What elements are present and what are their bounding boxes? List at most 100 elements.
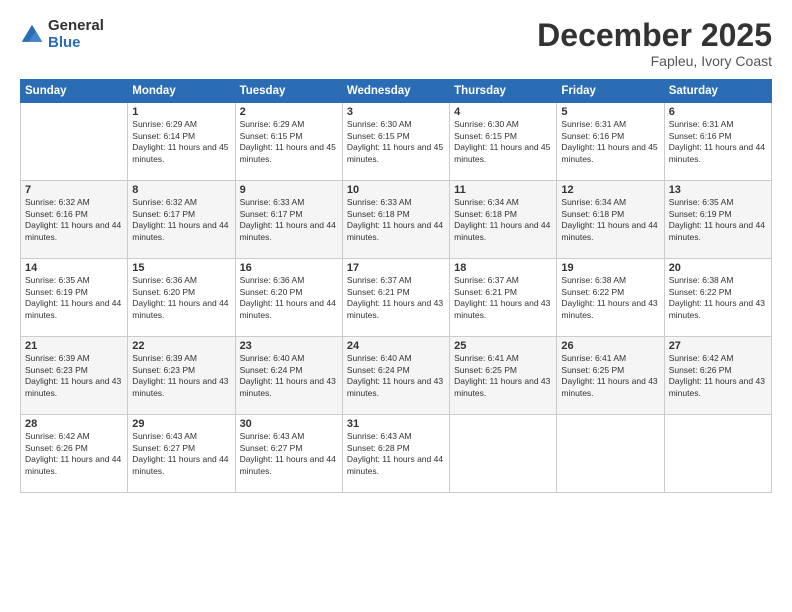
day-number: 22 — [132, 340, 230, 352]
day-number: 15 — [132, 262, 230, 274]
page: General Blue December 2025 Fapleu, Ivory… — [0, 0, 792, 612]
day-number: 23 — [240, 340, 338, 352]
col-wednesday: Wednesday — [342, 80, 449, 103]
day-number: 26 — [561, 340, 659, 352]
table-row: 17Sunrise: 6:37 AMSunset: 6:21 PMDayligh… — [342, 259, 449, 337]
title-block: December 2025 Fapleu, Ivory Coast — [537, 18, 772, 69]
table-row: 15Sunrise: 6:36 AMSunset: 6:20 PMDayligh… — [128, 259, 235, 337]
day-info: Sunrise: 6:32 AMSunset: 6:17 PMDaylight:… — [132, 197, 230, 243]
table-row: 12Sunrise: 6:34 AMSunset: 6:18 PMDayligh… — [557, 181, 664, 259]
table-row: 3Sunrise: 6:30 AMSunset: 6:15 PMDaylight… — [342, 103, 449, 181]
col-friday: Friday — [557, 80, 664, 103]
day-info: Sunrise: 6:30 AMSunset: 6:15 PMDaylight:… — [454, 119, 552, 165]
day-number: 4 — [454, 106, 552, 118]
calendar-week-row: 14Sunrise: 6:35 AMSunset: 6:19 PMDayligh… — [21, 259, 772, 337]
day-number: 12 — [561, 184, 659, 196]
logo-general-label: General — [48, 18, 104, 35]
header: General Blue December 2025 Fapleu, Ivory… — [20, 18, 772, 69]
day-info: Sunrise: 6:43 AMSunset: 6:27 PMDaylight:… — [240, 431, 338, 477]
day-info: Sunrise: 6:36 AMSunset: 6:20 PMDaylight:… — [240, 275, 338, 321]
day-number: 5 — [561, 106, 659, 118]
day-info: Sunrise: 6:31 AMSunset: 6:16 PMDaylight:… — [561, 119, 659, 165]
day-info: Sunrise: 6:29 AMSunset: 6:15 PMDaylight:… — [240, 119, 338, 165]
day-info: Sunrise: 6:31 AMSunset: 6:16 PMDaylight:… — [669, 119, 767, 165]
day-info: Sunrise: 6:37 AMSunset: 6:21 PMDaylight:… — [454, 275, 552, 321]
day-number: 17 — [347, 262, 445, 274]
table-row: 19Sunrise: 6:38 AMSunset: 6:22 PMDayligh… — [557, 259, 664, 337]
table-row — [21, 103, 128, 181]
table-row: 4Sunrise: 6:30 AMSunset: 6:15 PMDaylight… — [450, 103, 557, 181]
day-number: 1 — [132, 106, 230, 118]
table-row: 10Sunrise: 6:33 AMSunset: 6:18 PMDayligh… — [342, 181, 449, 259]
table-row: 11Sunrise: 6:34 AMSunset: 6:18 PMDayligh… — [450, 181, 557, 259]
table-row: 5Sunrise: 6:31 AMSunset: 6:16 PMDaylight… — [557, 103, 664, 181]
location-subtitle: Fapleu, Ivory Coast — [537, 53, 772, 69]
col-sunday: Sunday — [21, 80, 128, 103]
day-number: 10 — [347, 184, 445, 196]
day-info: Sunrise: 6:38 AMSunset: 6:22 PMDaylight:… — [561, 275, 659, 321]
day-info: Sunrise: 6:36 AMSunset: 6:20 PMDaylight:… — [132, 275, 230, 321]
table-row: 6Sunrise: 6:31 AMSunset: 6:16 PMDaylight… — [664, 103, 771, 181]
day-info: Sunrise: 6:35 AMSunset: 6:19 PMDaylight:… — [25, 275, 123, 321]
day-number: 11 — [454, 184, 552, 196]
day-number: 31 — [347, 418, 445, 430]
table-row: 21Sunrise: 6:39 AMSunset: 6:23 PMDayligh… — [21, 337, 128, 415]
table-row: 20Sunrise: 6:38 AMSunset: 6:22 PMDayligh… — [664, 259, 771, 337]
day-number: 3 — [347, 106, 445, 118]
day-number: 19 — [561, 262, 659, 274]
day-number: 6 — [669, 106, 767, 118]
day-info: Sunrise: 6:41 AMSunset: 6:25 PMDaylight:… — [454, 353, 552, 399]
day-number: 2 — [240, 106, 338, 118]
day-number: 18 — [454, 262, 552, 274]
col-saturday: Saturday — [664, 80, 771, 103]
day-info: Sunrise: 6:42 AMSunset: 6:26 PMDaylight:… — [669, 353, 767, 399]
table-row: 9Sunrise: 6:33 AMSunset: 6:17 PMDaylight… — [235, 181, 342, 259]
table-row: 13Sunrise: 6:35 AMSunset: 6:19 PMDayligh… — [664, 181, 771, 259]
day-number: 29 — [132, 418, 230, 430]
day-info: Sunrise: 6:33 AMSunset: 6:17 PMDaylight:… — [240, 197, 338, 243]
col-tuesday: Tuesday — [235, 80, 342, 103]
day-info: Sunrise: 6:40 AMSunset: 6:24 PMDaylight:… — [240, 353, 338, 399]
table-row: 24Sunrise: 6:40 AMSunset: 6:24 PMDayligh… — [342, 337, 449, 415]
day-info: Sunrise: 6:38 AMSunset: 6:22 PMDaylight:… — [669, 275, 767, 321]
table-row: 7Sunrise: 6:32 AMSunset: 6:16 PMDaylight… — [21, 181, 128, 259]
col-thursday: Thursday — [450, 80, 557, 103]
calendar-week-row: 28Sunrise: 6:42 AMSunset: 6:26 PMDayligh… — [21, 415, 772, 493]
day-number: 28 — [25, 418, 123, 430]
day-info: Sunrise: 6:40 AMSunset: 6:24 PMDaylight:… — [347, 353, 445, 399]
day-info: Sunrise: 6:39 AMSunset: 6:23 PMDaylight:… — [132, 353, 230, 399]
logo-text: General Blue — [48, 18, 104, 51]
day-info: Sunrise: 6:43 AMSunset: 6:28 PMDaylight:… — [347, 431, 445, 477]
day-number: 7 — [25, 184, 123, 196]
table-row: 8Sunrise: 6:32 AMSunset: 6:17 PMDaylight… — [128, 181, 235, 259]
day-number: 9 — [240, 184, 338, 196]
logo-blue-label: Blue — [48, 35, 104, 52]
day-number: 8 — [132, 184, 230, 196]
day-number: 13 — [669, 184, 767, 196]
day-info: Sunrise: 6:29 AMSunset: 6:14 PMDaylight:… — [132, 119, 230, 165]
day-info: Sunrise: 6:32 AMSunset: 6:16 PMDaylight:… — [25, 197, 123, 243]
table-row: 27Sunrise: 6:42 AMSunset: 6:26 PMDayligh… — [664, 337, 771, 415]
logo-icon — [20, 23, 44, 47]
day-number: 24 — [347, 340, 445, 352]
day-info: Sunrise: 6:34 AMSunset: 6:18 PMDaylight:… — [454, 197, 552, 243]
day-number: 20 — [669, 262, 767, 274]
table-row: 26Sunrise: 6:41 AMSunset: 6:25 PMDayligh… — [557, 337, 664, 415]
logo: General Blue — [20, 18, 104, 51]
calendar-week-row: 21Sunrise: 6:39 AMSunset: 6:23 PMDayligh… — [21, 337, 772, 415]
month-title: December 2025 — [537, 18, 772, 53]
calendar-header-row: Sunday Monday Tuesday Wednesday Thursday… — [21, 80, 772, 103]
table-row: 14Sunrise: 6:35 AMSunset: 6:19 PMDayligh… — [21, 259, 128, 337]
table-row: 31Sunrise: 6:43 AMSunset: 6:28 PMDayligh… — [342, 415, 449, 493]
day-info: Sunrise: 6:39 AMSunset: 6:23 PMDaylight:… — [25, 353, 123, 399]
day-info: Sunrise: 6:33 AMSunset: 6:18 PMDaylight:… — [347, 197, 445, 243]
table-row: 30Sunrise: 6:43 AMSunset: 6:27 PMDayligh… — [235, 415, 342, 493]
day-info: Sunrise: 6:30 AMSunset: 6:15 PMDaylight:… — [347, 119, 445, 165]
table-row — [557, 415, 664, 493]
table-row: 22Sunrise: 6:39 AMSunset: 6:23 PMDayligh… — [128, 337, 235, 415]
table-row: 1Sunrise: 6:29 AMSunset: 6:14 PMDaylight… — [128, 103, 235, 181]
table-row: 25Sunrise: 6:41 AMSunset: 6:25 PMDayligh… — [450, 337, 557, 415]
day-info: Sunrise: 6:35 AMSunset: 6:19 PMDaylight:… — [669, 197, 767, 243]
col-monday: Monday — [128, 80, 235, 103]
day-number: 14 — [25, 262, 123, 274]
